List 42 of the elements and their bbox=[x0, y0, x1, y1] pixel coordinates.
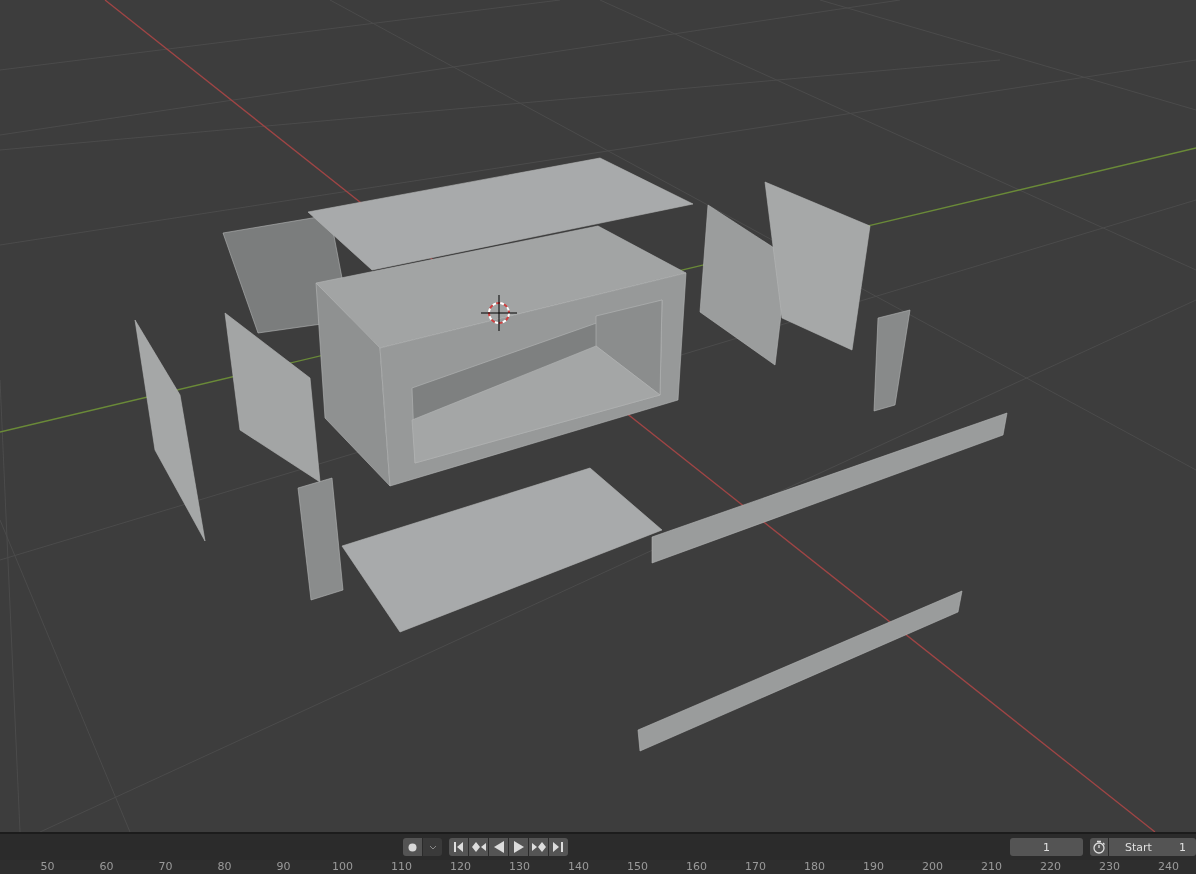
previous-keyframe-icon bbox=[471, 842, 486, 852]
3d-cursor-icon bbox=[480, 294, 518, 332]
frame-number: 190 bbox=[862, 860, 885, 874]
start-value: 1 bbox=[1179, 840, 1186, 854]
next-keyframe-button[interactable] bbox=[529, 838, 548, 856]
frame-number: 80 bbox=[216, 860, 233, 874]
play-reverse-icon bbox=[493, 841, 504, 853]
preview-range-button[interactable] bbox=[1090, 838, 1108, 856]
jump-end-button[interactable] bbox=[549, 838, 568, 856]
start-label: Start bbox=[1125, 840, 1152, 854]
frame-number: 210 bbox=[980, 860, 1003, 874]
frame-number: 150 bbox=[626, 860, 649, 874]
frame-number: 120 bbox=[449, 860, 472, 874]
start-frame-field[interactable]: Start 1 bbox=[1109, 838, 1196, 856]
frame-number: 140 bbox=[567, 860, 590, 874]
frame-number: 180 bbox=[803, 860, 826, 874]
frame-number: 90 bbox=[275, 860, 292, 874]
record-button[interactable] bbox=[403, 838, 422, 856]
frame-number: 70 bbox=[157, 860, 174, 874]
previous-keyframe-button[interactable] bbox=[469, 838, 488, 856]
play-button[interactable] bbox=[509, 838, 528, 856]
next-keyframe-icon bbox=[531, 842, 546, 852]
frame-number: 200 bbox=[921, 860, 944, 874]
jump-start-icon bbox=[453, 842, 464, 852]
caret-icon bbox=[428, 844, 437, 850]
frame-number: 100 bbox=[331, 860, 354, 874]
frame-number: 130 bbox=[508, 860, 531, 874]
frame-number: 60 bbox=[98, 860, 115, 874]
frame-number: 170 bbox=[744, 860, 767, 874]
frame-number: 160 bbox=[685, 860, 708, 874]
record-dot-icon bbox=[408, 842, 417, 852]
jump-end-icon bbox=[553, 842, 564, 852]
stopwatch-icon bbox=[1092, 840, 1106, 854]
frame-number: 240 bbox=[1157, 860, 1180, 874]
jump-start-button[interactable] bbox=[449, 838, 468, 856]
current-frame-field[interactable]: 1 bbox=[1010, 838, 1083, 856]
frame-number: 110 bbox=[390, 860, 413, 874]
frame-number: 50 bbox=[39, 860, 56, 874]
frame-number: 220 bbox=[1039, 860, 1062, 874]
play-icon bbox=[513, 841, 524, 853]
frame-number: 230 bbox=[1098, 860, 1121, 874]
play-reverse-button[interactable] bbox=[489, 838, 508, 856]
